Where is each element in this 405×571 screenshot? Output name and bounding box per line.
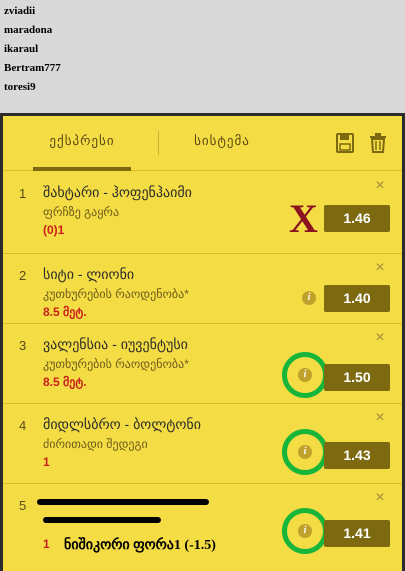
bet-match: სიტი - ლიონი [43, 266, 135, 282]
bet-match: მიდლსბრო - ბოლტონი [43, 416, 201, 432]
odds-value[interactable]: 1.43 [324, 442, 390, 469]
red-x-mark: X [289, 196, 318, 241]
odds-value[interactable]: 1.46 [324, 205, 390, 232]
info-icon[interactable]: i [298, 368, 312, 382]
tab-system[interactable]: სისტემა [187, 116, 257, 171]
bet-number: 1 [19, 186, 27, 201]
bet-selection: (0)1 [43, 223, 65, 237]
bet-selection: 8.5 მეტ. [43, 375, 87, 389]
floppy-disk-icon[interactable] [336, 133, 354, 153]
bet-selection: 1 [43, 455, 50, 469]
bet-item: 4 მიდლსბრო - ბოლტონი ძირითადი შედეგი 1 ×… [3, 404, 402, 484]
bet-match: შახტარი - ჰოფენჰაიმი [43, 184, 192, 200]
tab-divider [158, 131, 159, 155]
bet-item: 1 შახტარი - ჰოფენჰაიმი ფრჩზე გაყრა (0)1 … [3, 172, 402, 254]
bet-item: 3 ვალენსია - იუვენტუსი კუთხურების რაოდენ… [3, 324, 402, 404]
bet-number: 5 [19, 498, 27, 513]
info-icon[interactable]: i [298, 524, 312, 538]
bet-number: 2 [19, 268, 27, 283]
bet-slip-tabs: ექსპრესი სისტემა [3, 116, 402, 171]
close-icon[interactable]: × [373, 260, 387, 276]
odds-value[interactable]: 1.41 [324, 520, 390, 547]
user-name: zviadii [4, 5, 36, 17]
user-list: zviadii maradona ikaraul Bertram777 tore… [4, 2, 61, 97]
info-icon[interactable]: i [302, 291, 316, 305]
handwritten-note: ნიშიკორი ფორა1 (-1.5) [64, 538, 216, 553]
bet-market: კუთხურების რაოდენობა* [43, 287, 189, 301]
bet-market: ძირითადი შედეგი [43, 437, 148, 451]
trash-icon[interactable] [369, 133, 387, 153]
close-icon[interactable]: × [373, 178, 387, 194]
user-name: Bertram777 [4, 62, 61, 74]
redaction-scribble [43, 517, 161, 523]
user-name: maradona [4, 24, 53, 36]
bet-selection: 1 [43, 537, 50, 551]
bet-market: კუთხურების რაოდენობა* [43, 357, 189, 371]
redaction-scribble [37, 499, 209, 505]
odds-value[interactable]: 1.50 [324, 364, 390, 391]
user-name: ikaraul [4, 43, 39, 55]
bet-slip: ექსპრესი სისტემა 1 შახტარი - ჰოფენჰაიმი … [0, 113, 405, 571]
close-icon[interactable]: × [373, 410, 387, 426]
info-icon[interactable]: i [298, 445, 312, 459]
odds-value[interactable]: 1.40 [324, 285, 390, 312]
close-icon[interactable]: × [373, 330, 387, 346]
tab-express[interactable]: ექსპრესი [33, 116, 131, 171]
bet-number: 4 [19, 418, 27, 433]
close-icon[interactable]: × [373, 490, 387, 506]
bet-market: ფრჩზე გაყრა [43, 205, 120, 219]
bet-item: 2 სიტი - ლიონი კუთხურების რაოდენობა* 8.5… [3, 254, 402, 324]
bet-item: 5 1 ნიშიკორი ფორა1 (-1.5) × i 1.41 [3, 484, 402, 571]
bet-match: ვალენსია - იუვენტუსი [43, 336, 188, 352]
bet-selection: 8.5 მეტ. [43, 305, 87, 319]
bet-number: 3 [19, 338, 27, 353]
user-name: toresi9 [4, 81, 36, 93]
